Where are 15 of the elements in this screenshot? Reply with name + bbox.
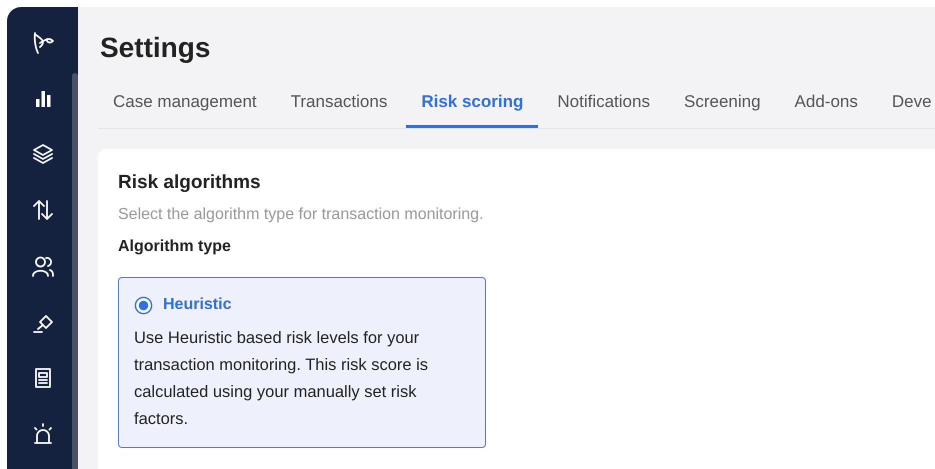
tab[interactable]: Deve <box>876 89 935 128</box>
field-label: Algorithm type <box>118 237 232 257</box>
section-description: Select the algorithm type for transaction monitoring. <box>118 205 485 225</box>
page-title: Settings <box>100 31 212 65</box>
option-description: Use Heuristic based risk levels for your transaction monitoring. This risk score is calculated using your manually set risk factors. <box>134 328 430 430</box>
section-title: Risk algorithms <box>118 170 262 194</box>
tab[interactable]: Transactions <box>276 89 402 128</box>
tab[interactable]: Notifications <box>542 89 665 128</box>
option-card[interactable]: Heuristic Use Heuristic based risk levels for your transaction monitoring. This risk score is calculated using your manually set risk factors. <box>118 277 486 448</box>
tab[interactable]: Add-ons <box>780 89 873 128</box>
tab[interactable]: Case management <box>98 89 272 128</box>
radio-button[interactable] <box>134 296 153 314</box>
tab[interactable]: Risk scoring <box>406 89 538 128</box>
tab[interactable]: Screening <box>668 89 776 128</box>
option-label: Heuristic <box>163 295 232 315</box>
